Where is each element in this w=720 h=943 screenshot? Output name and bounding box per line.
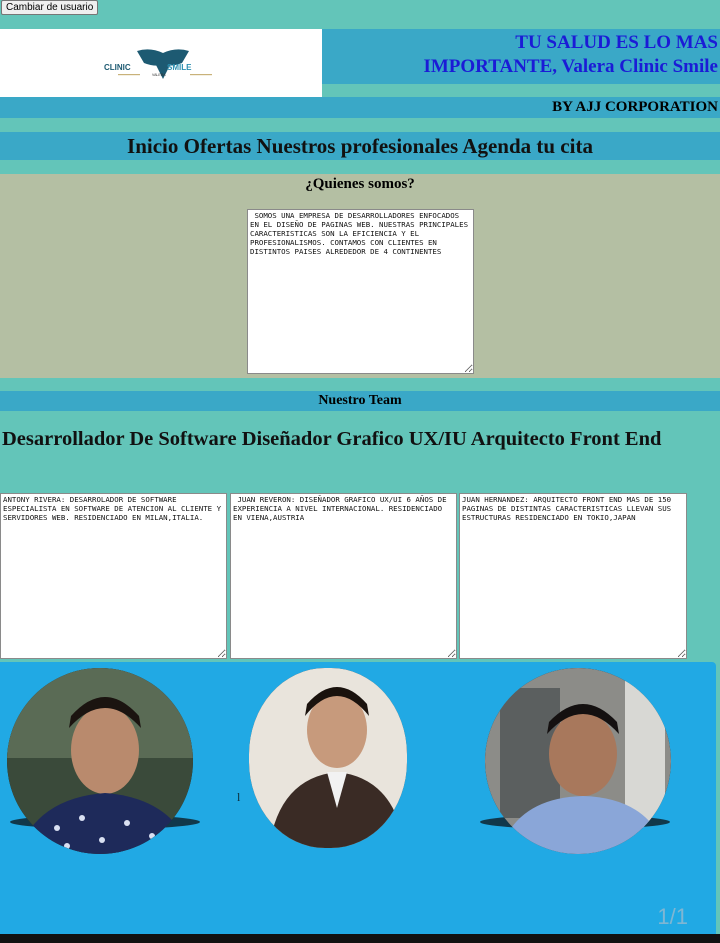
photo-rivera xyxy=(7,668,193,854)
nav-item-ofertas[interactable]: Ofertas xyxy=(184,134,252,158)
nav-item-inicio[interactable]: Inicio xyxy=(127,134,178,158)
nav-item-agenda[interactable]: Agenda tu cita xyxy=(462,134,593,158)
svg-text:VALERA: VALERA xyxy=(152,73,166,77)
slide-counter: 1/1 xyxy=(657,904,688,929)
slogan: TU SALUD ES LO MAS IMPORTANTE, Valera Cl… xyxy=(423,31,718,79)
member-bio-reveron[interactable]: JUAN REVERON: DISEÑADOR GRAFICO UX/UI 6 … xyxy=(230,493,457,659)
roles-heading: Desarrollador De Software Diseñador Graf… xyxy=(2,428,662,450)
clinic-smile-logo: CLINIC SMILE VALERA xyxy=(104,49,212,79)
slogan-line-2: IMPORTANTE, Valera Clinic Smile xyxy=(423,56,718,77)
photo-hernandez xyxy=(485,668,671,854)
about-textarea[interactable]: SOMOS UNA EMPRESA DE DESARROLLADORES ENF… xyxy=(247,209,474,374)
person-photo-icon xyxy=(249,668,407,848)
by-line: BY AJJ CORPORATION xyxy=(552,99,718,115)
svg-text:SMILE: SMILE xyxy=(167,63,192,72)
logo-panel: CLINIC SMILE VALERA xyxy=(0,29,322,101)
slogan-line-1: TU SALUD ES LO MAS xyxy=(515,32,718,53)
photo-reveron xyxy=(249,668,407,848)
member-bio-rivera[interactable]: ANTONY RIVERA: DESARROLADOR DE SOFTWARE … xyxy=(0,493,227,659)
switch-user-button[interactable]: Cambiar de usuario xyxy=(1,0,99,15)
svg-text:CLINIC: CLINIC xyxy=(104,63,131,72)
member-bio-hernandez[interactable]: JUAN HERNANDEZ: ARQUITECTO FRONT END MAS… xyxy=(459,493,687,659)
bottom-bar xyxy=(0,934,720,943)
about-title: ¿Quienes somos? xyxy=(305,176,415,192)
person-photo-icon xyxy=(7,668,193,854)
person-photo-icon xyxy=(485,668,671,854)
main-nav: Inicio Ofertas Nuestros profesionales Ag… xyxy=(0,132,720,160)
nav-item-profesionales[interactable]: Nuestros profesionales xyxy=(257,134,459,158)
stray-text: l xyxy=(237,790,241,804)
team-title: Nuestro Team xyxy=(318,393,402,408)
